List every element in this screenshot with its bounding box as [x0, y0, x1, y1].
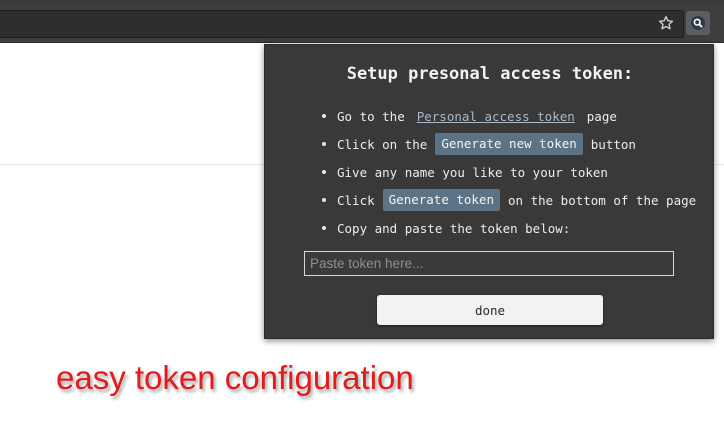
address-bar[interactable] [0, 10, 684, 38]
token-input[interactable] [304, 251, 674, 276]
generate-new-token-highlight: Generate new token [435, 133, 583, 155]
step-generate-token: Click Generate token on the bottom of th… [265, 186, 715, 214]
bullet-icon [322, 226, 326, 230]
bullet-icon [322, 170, 326, 174]
token-setup-popup: Setup presonal access token: Go to the P… [264, 44, 714, 339]
step-text: Click on the [337, 136, 428, 152]
step-generate-new-token: Click on the Generate new token button [265, 130, 715, 158]
instruction-list: Go to the Personal access token page Cli… [265, 102, 715, 242]
bullet-icon [322, 198, 326, 202]
popup-title: Setup presonal access token: [346, 64, 634, 84]
magnifier-icon [690, 15, 706, 31]
step-paste-token: Copy and paste the token below: [265, 214, 715, 242]
bullet-icon [322, 114, 326, 118]
step-text: button [590, 136, 636, 152]
step-text: Copy and paste the token below: [337, 220, 571, 236]
extension-button[interactable] [686, 11, 710, 35]
caption-text: easy token configuration [56, 359, 414, 396]
step-text: page [586, 108, 617, 124]
step-name-token: Give any name you like to your token [265, 158, 715, 186]
step-text: Go to the [337, 108, 405, 124]
bullet-icon [322, 142, 326, 146]
done-button[interactable]: done [377, 295, 603, 325]
step-open-settings: Go to the Personal access token page [265, 102, 715, 130]
step-text: Click [337, 192, 375, 208]
generate-token-highlight: Generate token [382, 189, 500, 211]
personal-access-token-link[interactable]: Personal access token [413, 109, 579, 124]
step-text: on the bottom of the page [508, 192, 697, 208]
step-text: Give any name you like to your token [337, 164, 608, 180]
star-icon[interactable] [656, 13, 676, 33]
browser-toolbar [0, 6, 724, 43]
